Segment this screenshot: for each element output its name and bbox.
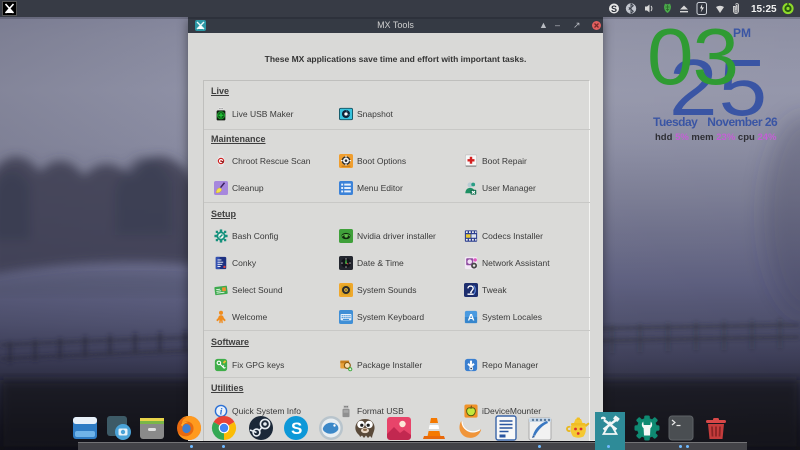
svg-text:S: S	[291, 419, 302, 438]
svg-text:A: A	[468, 313, 475, 324]
svg-text:15:25: 15:25	[751, 4, 777, 15]
svg-text:S: S	[611, 4, 617, 14]
